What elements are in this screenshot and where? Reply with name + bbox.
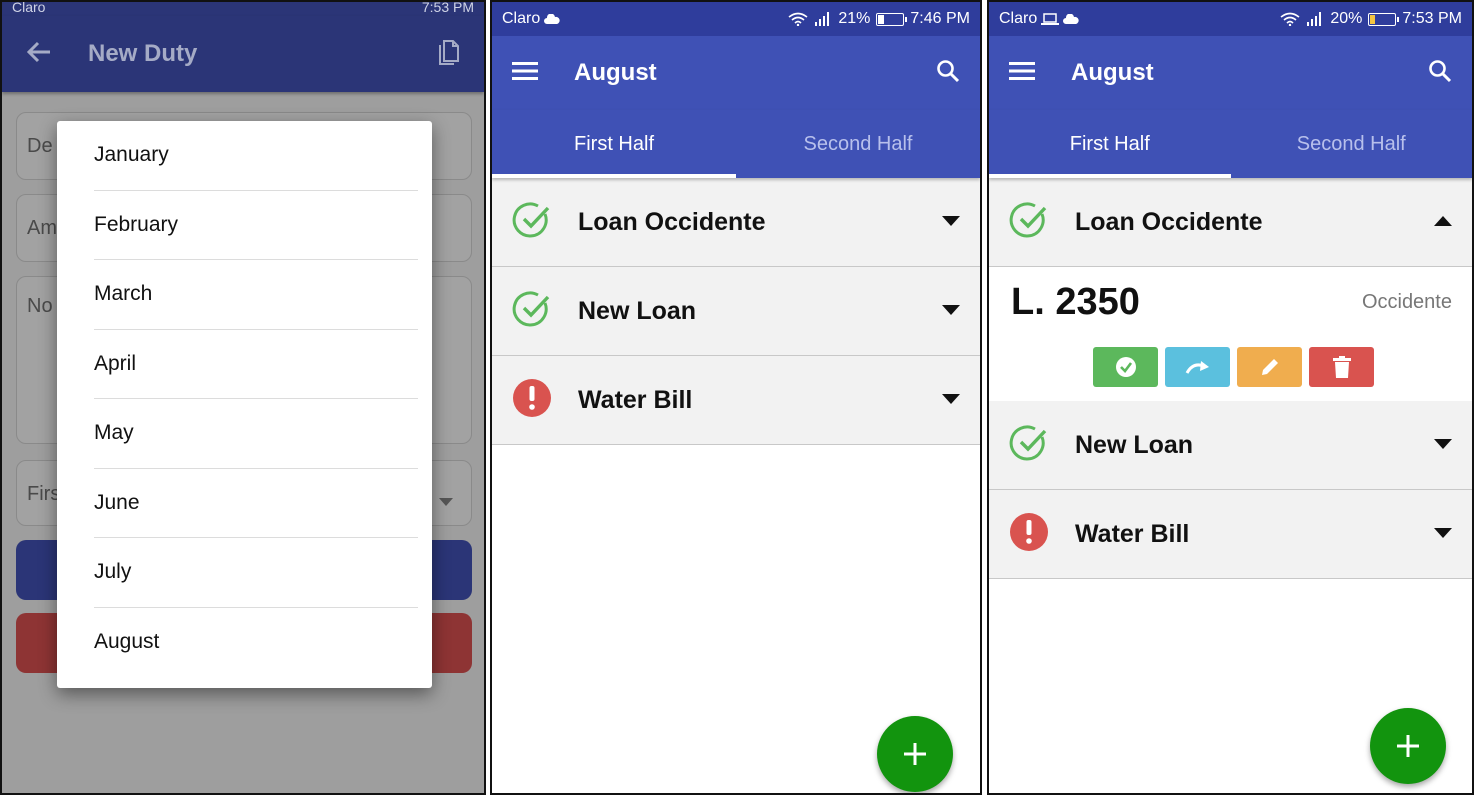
tab-second-half[interactable]: Second Half xyxy=(1231,110,1473,178)
item-label: Loan Occidente xyxy=(578,207,766,236)
redo-icon xyxy=(1185,361,1209,374)
month-option-may[interactable]: May xyxy=(94,399,418,469)
tab-first-half[interactable]: First Half xyxy=(989,110,1231,178)
duty-detail-screen: Claro 20% 7:53 PM August First Half Seco… xyxy=(987,0,1474,795)
check-circle-icon xyxy=(512,200,552,245)
duty-list: Loan Occidente New Loan Water Bill xyxy=(492,178,980,445)
cloud-icon xyxy=(1063,14,1079,24)
page-title: August xyxy=(574,59,657,86)
item-label: New Loan xyxy=(1075,430,1194,459)
edit-button[interactable] xyxy=(1237,347,1302,387)
tab-indicator xyxy=(492,174,736,178)
carrier-label: Claro xyxy=(502,10,541,27)
check-icon xyxy=(1115,357,1136,377)
list-item[interactable]: Loan Occidente xyxy=(492,178,980,267)
bank-name: Occidente xyxy=(1361,291,1452,313)
check-circle-icon xyxy=(512,289,552,334)
month-option-march[interactable]: March xyxy=(94,260,418,330)
delete-button[interactable] xyxy=(1309,347,1374,387)
tab-first-half[interactable]: First Half xyxy=(492,110,736,178)
status-bar: Claro 21% 7:46 PM xyxy=(492,2,980,36)
list-item[interactable]: New Loan xyxy=(492,267,980,356)
trash-icon xyxy=(1332,356,1351,378)
battery-percent: 21% xyxy=(838,10,871,27)
plus-icon xyxy=(904,743,926,765)
tab-bar: First Half Second Half xyxy=(492,110,980,178)
tab-bar: First Half Second Half xyxy=(989,110,1472,178)
check-circle-icon xyxy=(1009,423,1049,468)
tab-indicator xyxy=(989,174,1231,178)
search-icon[interactable] xyxy=(936,59,960,88)
menu-icon[interactable] xyxy=(512,61,538,86)
caret-down-icon[interactable] xyxy=(942,391,960,409)
chevron-down-icon xyxy=(439,489,453,512)
caret-up-icon[interactable] xyxy=(1434,213,1452,231)
add-duty-button[interactable] xyxy=(877,716,953,792)
duty-list-screen: Claro 21% 7:46 PM August First Half Seco… xyxy=(490,0,982,795)
mark-paid-button[interactable] xyxy=(1093,347,1158,387)
month-option-february[interactable]: February xyxy=(94,191,418,260)
item-label: Water Bill xyxy=(578,385,693,414)
check-circle-icon xyxy=(1009,200,1049,245)
new-duty-screen: Claro 7:53 PM New Duty De Am No Firs Jan… xyxy=(0,0,486,795)
signal-icon xyxy=(815,12,830,26)
wifi-icon xyxy=(1280,12,1300,26)
carrier-label: Claro xyxy=(12,2,46,15)
battery-percent: 20% xyxy=(1330,10,1363,27)
app-bar: August xyxy=(492,36,980,110)
time-label: 7:53 PM xyxy=(421,2,474,15)
month-option-july[interactable]: July xyxy=(94,538,418,608)
tab-second-half[interactable]: Second Half xyxy=(736,110,980,178)
status-bar: Claro 20% 7:53 PM xyxy=(989,2,1472,36)
amount-placeholder: Am xyxy=(27,217,57,239)
time-label: 7:53 PM xyxy=(1402,10,1462,27)
battery-icon xyxy=(1368,12,1400,26)
caret-down-icon[interactable] xyxy=(942,213,960,231)
carrier-label: Claro xyxy=(999,10,1038,27)
list-item[interactable]: Water Bill xyxy=(492,356,980,445)
caret-down-icon[interactable] xyxy=(1434,436,1452,454)
caret-down-icon[interactable] xyxy=(942,302,960,320)
item-label: New Loan xyxy=(578,296,697,325)
add-duty-button[interactable] xyxy=(1370,708,1446,784)
month-option-january[interactable]: January xyxy=(94,121,418,191)
app-bar: New Duty xyxy=(2,16,484,92)
list-item-expanded[interactable]: Loan Occidente xyxy=(989,178,1472,267)
month-picker-dialog: January February March April May June Ju… xyxy=(57,121,432,688)
list-item[interactable]: New Loan xyxy=(989,401,1472,490)
signal-icon xyxy=(1307,12,1322,26)
battery-icon xyxy=(876,12,908,26)
app-bar: August xyxy=(989,36,1472,110)
item-label: Water Bill xyxy=(1075,519,1190,548)
laptop-icon xyxy=(1041,13,1060,25)
back-arrow-icon[interactable] xyxy=(26,41,52,68)
page-title: August xyxy=(1071,59,1154,86)
month-option-april[interactable]: April xyxy=(94,330,418,399)
postpone-button[interactable] xyxy=(1165,347,1230,387)
alert-circle-icon xyxy=(512,378,552,423)
month-option-august[interactable]: August xyxy=(94,608,418,678)
search-icon[interactable] xyxy=(1428,59,1452,88)
month-option-june[interactable]: June xyxy=(94,469,418,538)
cloud-icon xyxy=(544,14,560,24)
caret-down-icon[interactable] xyxy=(1434,525,1452,543)
action-buttons xyxy=(1093,347,1374,387)
half-select-value: Firs xyxy=(27,483,61,505)
menu-icon[interactable] xyxy=(1009,61,1035,86)
amount-value: L. 2350 xyxy=(1011,281,1140,323)
list-item[interactable]: Water Bill xyxy=(989,490,1472,579)
time-label: 7:46 PM xyxy=(910,10,970,27)
item-label: Loan Occidente xyxy=(1075,207,1263,236)
pencil-icon xyxy=(1261,359,1278,375)
page-title: New Duty xyxy=(88,40,198,67)
alert-circle-icon xyxy=(1009,512,1049,557)
duty-list: Loan Occidente L. 2350 Occidente New Loa… xyxy=(989,178,1472,579)
plus-icon xyxy=(1397,735,1419,757)
copy-icon[interactable] xyxy=(438,39,460,70)
description-placeholder: De xyxy=(27,135,53,157)
item-details: L. 2350 Occidente xyxy=(989,267,1472,401)
status-bar: Claro 7:53 PM xyxy=(2,2,484,16)
wifi-icon xyxy=(788,12,808,26)
notes-placeholder: No xyxy=(27,295,53,317)
